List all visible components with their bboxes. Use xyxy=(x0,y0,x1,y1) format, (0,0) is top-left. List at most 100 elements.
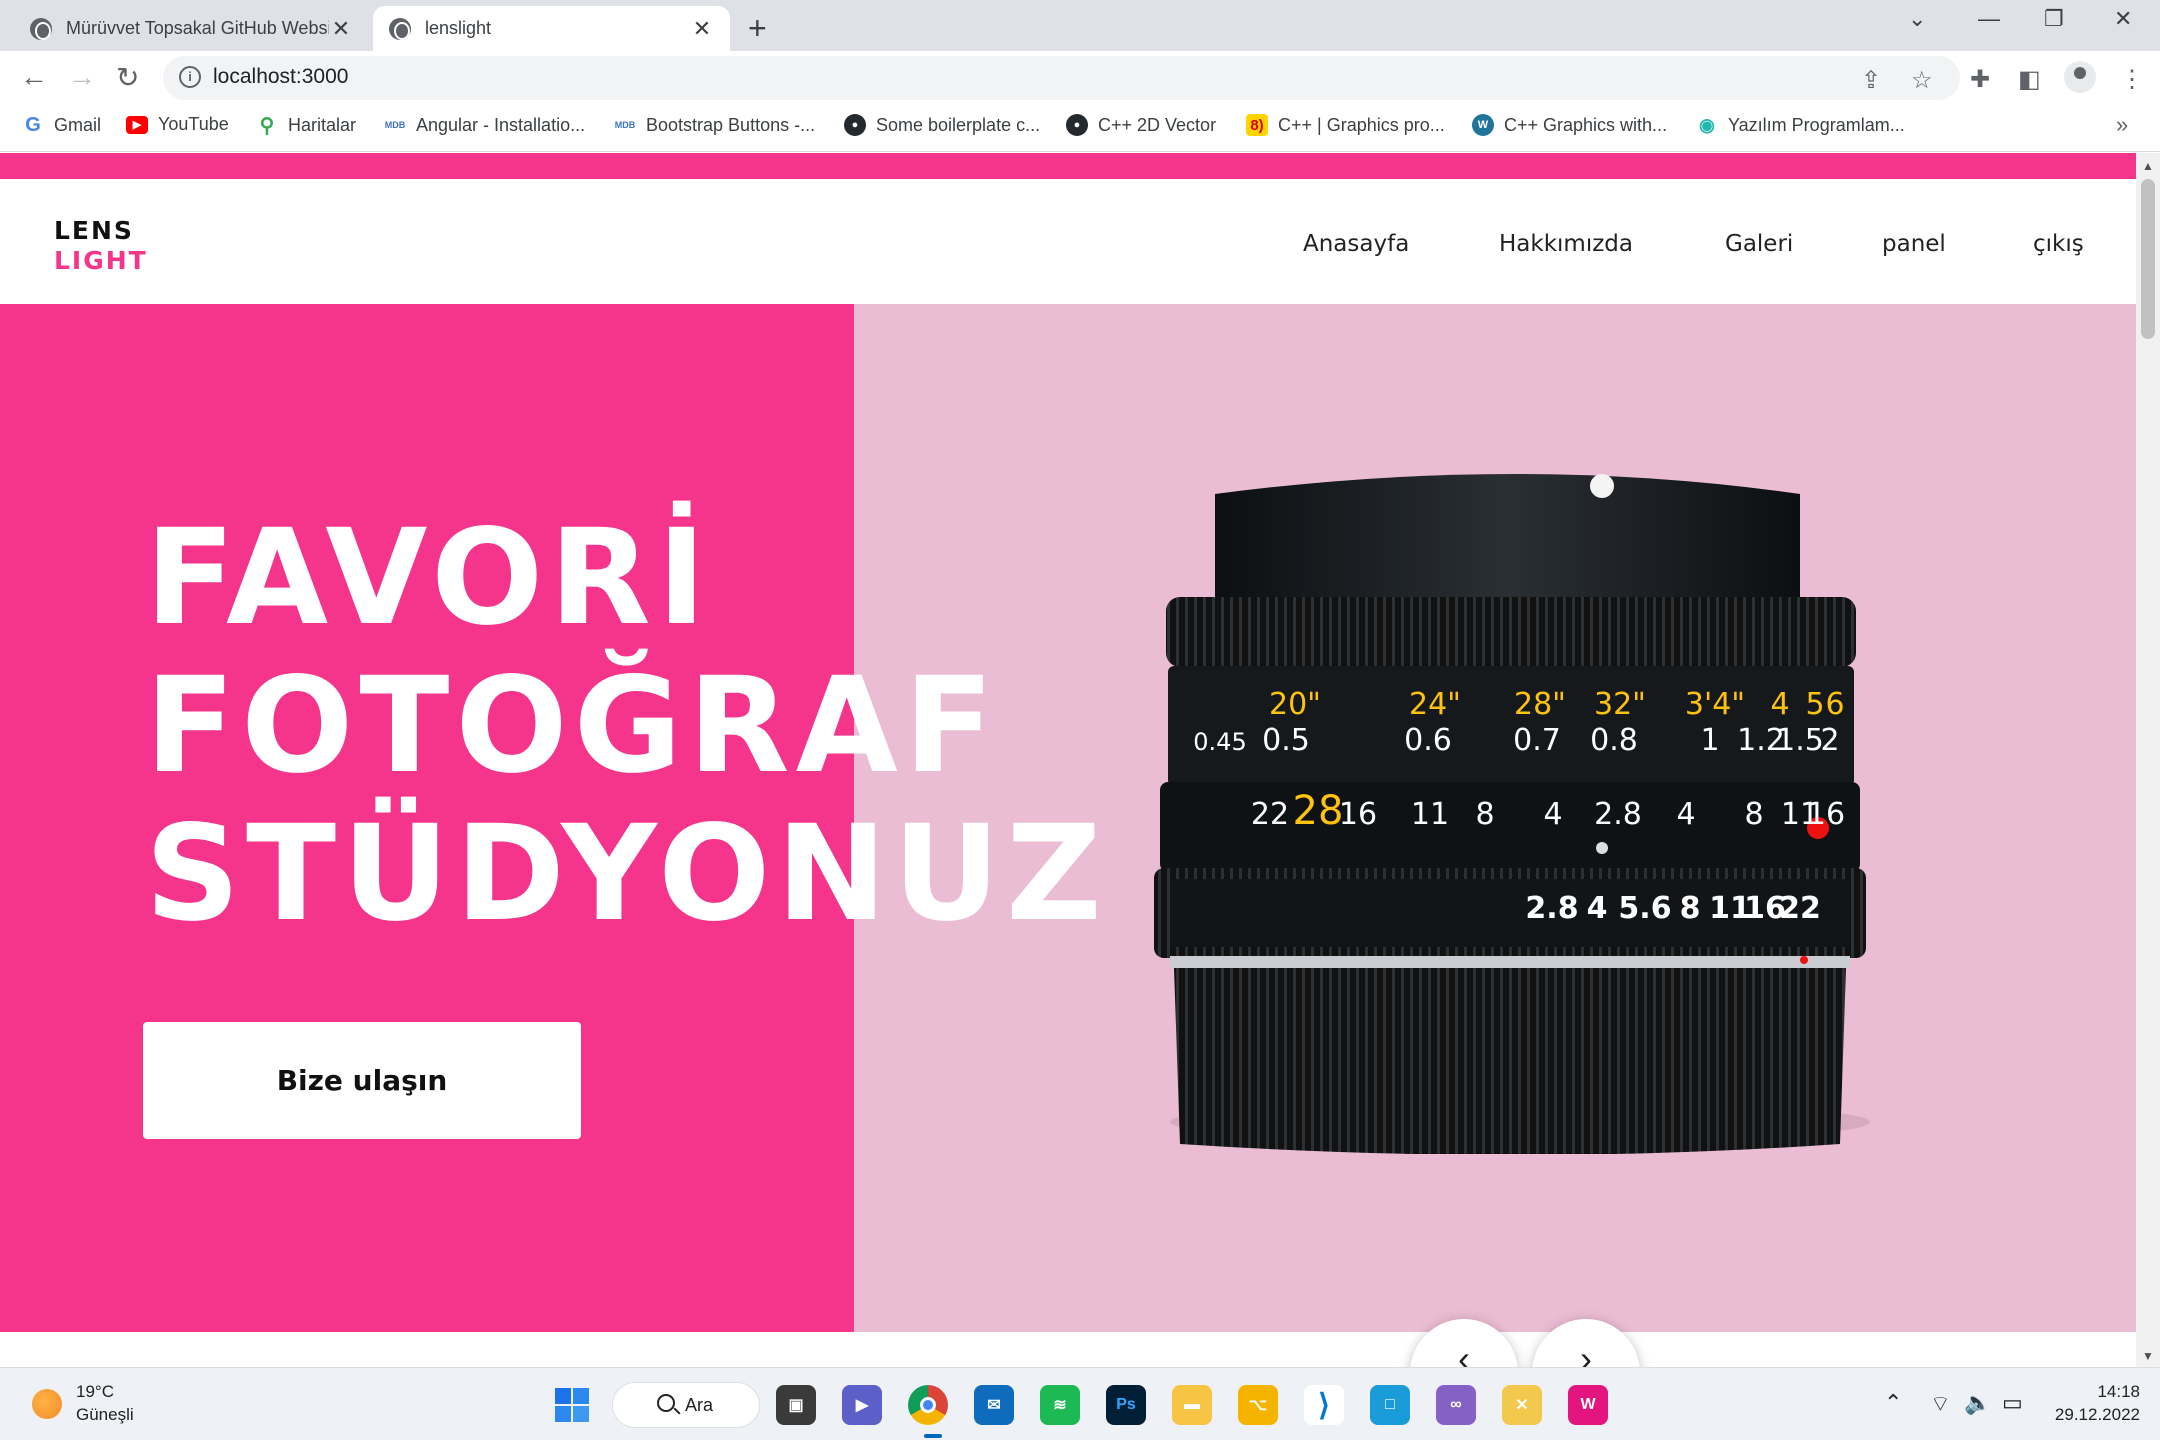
scroll-up-icon[interactable]: ▲ xyxy=(2142,159,2154,173)
extensions-icon[interactable]: ✚ xyxy=(1970,65,1990,94)
close-icon[interactable]: ✕ xyxy=(690,16,714,42)
side-panel-icon[interactable]: ◧ xyxy=(2018,65,2041,94)
volume-icon[interactable]: 🔈 xyxy=(1964,1390,1991,1416)
bookmark-yazilim[interactable]: ◉ Yazılım Programlam... xyxy=(1696,114,1905,136)
reload-button[interactable]: ↻ xyxy=(116,61,139,94)
nav-link-panel[interactable]: panel xyxy=(1882,231,1946,257)
browser-tabstrip: Mürüvvet Topsakal GitHub Website ✕ lensl… xyxy=(0,0,2160,51)
nav-link-about[interactable]: Hakkımızda xyxy=(1499,231,1633,257)
system-clock[interactable]: 14:18 29.12.2022 xyxy=(2050,1380,2140,1426)
nav-link-home[interactable]: Anasayfa xyxy=(1303,231,1409,257)
close-window-button[interactable]: ✕ xyxy=(2114,6,2132,32)
restore-button[interactable]: ❐ xyxy=(2044,6,2064,32)
explorer-icon[interactable]: ▬ xyxy=(1172,1385,1212,1425)
lens-scale-numeral: 4 xyxy=(1676,797,1695,832)
lens-scale-numeral: 4 xyxy=(1587,891,1608,926)
share-icon[interactable]: ⇪ xyxy=(1861,66,1881,95)
address-bar[interactable]: i localhost:3000 ⇪ ☆ xyxy=(163,56,1960,100)
eye-icon: ◉ xyxy=(1699,114,1715,135)
tab-github-website[interactable]: Mürüvvet Topsakal GitHub Website ✕ xyxy=(14,6,369,51)
windows-start-icon[interactable] xyxy=(552,1385,592,1425)
tab-lenslight[interactable]: lenslight ✕ xyxy=(373,6,730,51)
weather-temperature: 19°C xyxy=(76,1382,114,1401)
bookmark-boilerplate[interactable]: ● Some boilerplate c... xyxy=(844,114,1040,136)
mail-icon[interactable]: ✉ xyxy=(974,1385,1014,1425)
bookmark-label: C++ | Graphics pro... xyxy=(1278,114,1445,135)
files-icon[interactable]: ▣ xyxy=(776,1385,816,1425)
weather-description: Güneşli xyxy=(76,1405,134,1424)
visualstudio-icon[interactable]: ∞ xyxy=(1436,1385,1476,1425)
virtualbox-icon[interactable]: □ xyxy=(1370,1385,1410,1425)
scrollbar-thumb[interactable] xyxy=(2141,179,2155,339)
github-icon: ● xyxy=(844,114,866,136)
new-tab-button[interactable]: + xyxy=(748,10,767,47)
url-text[interactable]: localhost:3000 xyxy=(213,65,348,89)
active-app-indicator xyxy=(924,1434,942,1438)
battery-icon[interactable]: ▭ xyxy=(2002,1390,2023,1416)
bookmark-bootstrap[interactable]: MDB Bootstrap Buttons -... xyxy=(614,114,815,136)
lens-scale-numeral: 8 xyxy=(1680,891,1701,926)
lens-scale-numeral: 24" xyxy=(1409,687,1461,722)
lens-scale-numeral: 0.45 xyxy=(1193,728,1246,756)
page-scrollbar[interactable]: ▲ ▼ xyxy=(2136,153,2160,1367)
forward-button[interactable]: → xyxy=(68,61,96,93)
back-button[interactable]: ← xyxy=(20,61,48,93)
lens-scale-numeral: 0.8 xyxy=(1590,723,1638,758)
maps-icon: ⚲ xyxy=(259,114,275,137)
profile-avatar[interactable] xyxy=(2064,61,2096,93)
tab-search-icon[interactable]: ⌄ xyxy=(1908,6,1926,32)
sun-icon[interactable] xyxy=(32,1389,62,1419)
tool-icon[interactable]: ✕ xyxy=(1502,1385,1542,1425)
lens-scale-numeral: 4 xyxy=(1770,687,1789,722)
geeks-icon: 8) xyxy=(1246,114,1268,136)
lens-scale-numeral: 28" xyxy=(1514,687,1566,722)
bookmark-youtube[interactable]: ▶ YouTube xyxy=(126,114,229,135)
bookmark-label: Yazılım Programlam... xyxy=(1728,114,1905,135)
github-icon: ● xyxy=(1066,114,1088,136)
lens-scale-numeral: 1.5 xyxy=(1776,723,1824,758)
bookmark-star-icon[interactable]: ☆ xyxy=(1911,66,1933,95)
bookmark-label: Gmail xyxy=(54,114,102,135)
taskbar-search[interactable]: Ara xyxy=(612,1382,760,1428)
bookmark-label: Some boilerplate c... xyxy=(876,114,1041,135)
tab-title: lenslight xyxy=(425,18,492,38)
wamp-icon[interactable]: W xyxy=(1568,1385,1608,1425)
spotify-icon[interactable]: ≋ xyxy=(1040,1385,1080,1425)
search-label: Ara xyxy=(685,1394,714,1415)
teams-icon[interactable]: ▶ xyxy=(842,1385,882,1425)
site-logo[interactable]: LENS LIGHT xyxy=(54,216,148,276)
close-icon[interactable]: ✕ xyxy=(329,16,353,42)
lens-scale-numeral: 0.6 xyxy=(1404,723,1452,758)
photoshop-icon[interactable]: Ps xyxy=(1106,1385,1146,1425)
minimize-button[interactable]: — xyxy=(1978,6,2000,32)
menu-icon[interactable]: ⋮ xyxy=(2120,65,2144,94)
git-icon[interactable]: ⌥ xyxy=(1238,1385,1278,1425)
contact-us-button[interactable]: Bize ulaşın xyxy=(143,1022,581,1139)
tray-overflow-icon[interactable]: ⌃ xyxy=(1884,1390,1902,1416)
bookmark-maps[interactable]: ⚲ Haritalar xyxy=(256,114,357,137)
scroll-down-icon[interactable]: ▼ xyxy=(2142,1349,2154,1363)
lens-scale-numeral: 1 xyxy=(1700,723,1719,758)
site-info-icon[interactable]: i xyxy=(179,66,201,88)
globe-icon xyxy=(389,17,411,40)
hero-title: FAVORİ FOTOĞRAF STÜDYONUZ xyxy=(145,504,1108,948)
weather-widget[interactable]: 19°C Güneşli xyxy=(76,1380,134,1426)
youtube-icon: ▶ xyxy=(126,115,148,134)
bookmark-angular[interactable]: MDB Angular - Installatio... xyxy=(384,114,585,136)
site-header: LENS LIGHT Anasayfa Hakkımızda Galeri pa… xyxy=(0,179,2136,304)
bookmark-gmail[interactable]: G Gmail xyxy=(22,114,101,136)
more-bookmarks-icon[interactable]: » xyxy=(2116,112,2128,138)
windows-taskbar: 19°C Güneşli Ara ▣ ▶ ✉ ≋ Ps ▬ ⌥ ⟩ □ ∞ ✕ W ⌃ ⌔ 🔈 ▭ 1… xyxy=(0,1367,2160,1440)
vscode-icon[interactable]: ⟩ xyxy=(1304,1385,1344,1425)
nav-link-logout[interactable]: çıkış xyxy=(2033,231,2084,257)
chrome-icon[interactable] xyxy=(908,1385,948,1425)
bookmark-label: Angular - Installatio... xyxy=(416,114,586,135)
wifi-icon[interactable]: ⌔ xyxy=(1930,1390,1951,1418)
bookmark-cpp-vector[interactable]: ● C++ 2D Vector xyxy=(1066,114,1216,136)
bookmark-cpp-graphics[interactable]: 8) C++ | Graphics pro... xyxy=(1246,114,1445,136)
bookmark-cpp-graphics-with[interactable]: W C++ Graphics with... xyxy=(1472,114,1667,136)
hero-title-line-1: FAVORİ xyxy=(145,501,713,655)
lens-scale-numeral: 4 xyxy=(1543,797,1562,832)
bookmark-label: Haritalar xyxy=(288,114,357,135)
nav-link-gallery[interactable]: Galeri xyxy=(1725,231,1793,257)
